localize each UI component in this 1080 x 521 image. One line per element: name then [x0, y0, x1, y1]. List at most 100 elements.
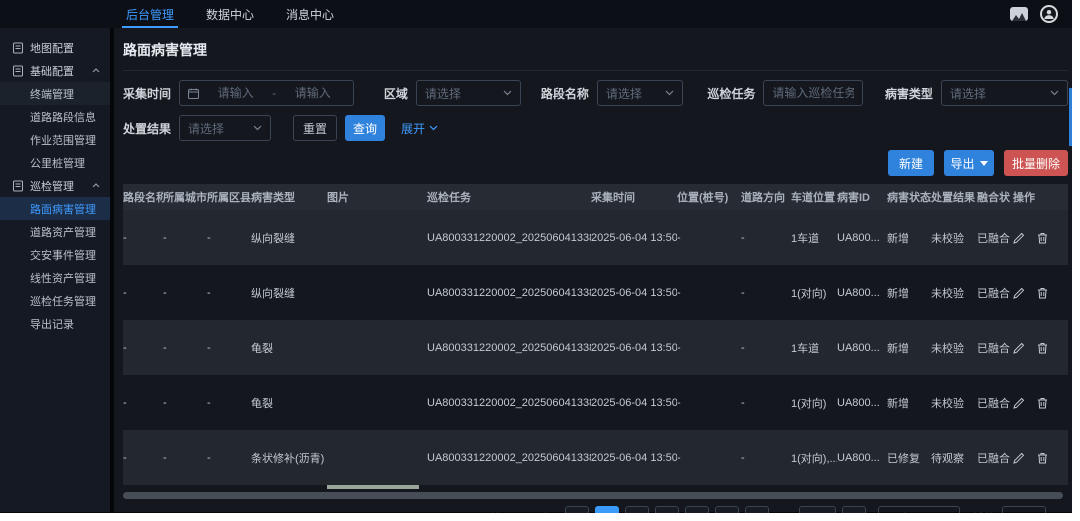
cell-county: -	[207, 452, 251, 464]
handle-result-select[interactable]: 请选择	[179, 115, 271, 141]
delete-icon[interactable]	[1037, 452, 1048, 464]
goto-label: 前往	[972, 510, 996, 514]
page-button-1[interactable]: 1	[595, 506, 619, 513]
export-button[interactable]: 导出	[944, 150, 994, 176]
inspection-task-input[interactable]	[772, 86, 853, 100]
cell-result: 未校验	[931, 340, 977, 356]
search-button[interactable]: 查询	[345, 115, 385, 141]
cell-result: 未校验	[931, 230, 977, 246]
create-button[interactable]: 新建	[888, 150, 934, 176]
tab-backend-admin[interactable]: 后台管理	[110, 0, 190, 28]
goto-suffix: 页	[1052, 510, 1064, 514]
next-page-button[interactable]: ›	[842, 506, 866, 513]
sidebar-item-map-config[interactable]: 地图配置	[0, 36, 110, 59]
cell-direction: -	[741, 397, 791, 409]
cell-stake: -	[677, 397, 741, 409]
edit-icon[interactable]	[1013, 287, 1025, 299]
chevron-down-icon	[1050, 90, 1059, 96]
page-button-5[interactable]: 5	[715, 506, 739, 513]
date-end-input[interactable]	[280, 86, 345, 100]
region-select[interactable]: 请选择	[416, 80, 521, 106]
edit-icon[interactable]	[1013, 452, 1025, 464]
vertical-scrollbar[interactable]	[1069, 88, 1072, 146]
edit-icon[interactable]	[1013, 342, 1025, 354]
sidebar-item-road-section-info[interactable]: 道路路段信息	[0, 105, 110, 128]
reset-button[interactable]: 重置	[293, 115, 337, 141]
next-row-photo-peek	[327, 485, 419, 489]
col-lane-position: 车道位置	[791, 189, 837, 205]
sidebar-group-basic-config[interactable]: 基础配置	[0, 59, 110, 82]
last-page-button[interactable]: 1271	[799, 506, 836, 513]
sidebar-item-road-asset-mgmt[interactable]: 道路资产管理	[0, 220, 110, 243]
cell-county: -	[207, 232, 251, 244]
sidebar-item-label: 作业范围管理	[30, 132, 96, 148]
road-name-select[interactable]: 请选择	[597, 80, 683, 106]
delete-icon[interactable]	[1037, 232, 1048, 244]
date-start-input[interactable]	[203, 86, 268, 100]
edit-icon[interactable]	[1013, 232, 1025, 244]
date-range-picker[interactable]: -	[179, 80, 354, 106]
caret-down-icon	[980, 161, 988, 166]
cell-county: -	[207, 397, 251, 409]
col-disease-id: 病害ID	[837, 189, 887, 205]
sidebar-group-inspection-mgmt[interactable]: 巡检管理	[0, 174, 110, 197]
sidebar-item-label: 线性资产管理	[30, 270, 96, 286]
sidebar-item-traffic-safety-event-mgmt[interactable]: 交安事件管理	[0, 243, 110, 266]
sidebar-item-label: 终端管理	[30, 86, 74, 102]
handle-result-label: 处置结果	[123, 120, 171, 137]
page-size-select[interactable]: 10条/页	[878, 506, 960, 513]
sidebar-item-linear-asset-mgmt[interactable]: 线性资产管理	[0, 266, 110, 289]
cell-status: 新增	[887, 230, 931, 246]
tab-message-center[interactable]: 消息中心	[270, 0, 350, 28]
expand-filters-link[interactable]: 展开	[401, 120, 438, 137]
cell-direction: -	[741, 287, 791, 299]
sidebar-item-pavement-disease-mgmt[interactable]: 路面病害管理	[0, 197, 110, 220]
col-operation: 操作	[1013, 189, 1068, 205]
delete-icon[interactable]	[1037, 287, 1048, 299]
col-task: 巡检任务	[427, 189, 591, 205]
disease-type-select[interactable]: 请选择	[941, 80, 1068, 106]
page-button-4[interactable]: 4	[685, 506, 709, 513]
cell-disease-type: 条状修补(沥青)	[251, 450, 327, 466]
page-button-6[interactable]: 6	[745, 506, 769, 513]
cell-city: -	[163, 342, 207, 354]
screenshot-icon[interactable]	[1010, 7, 1028, 21]
cell-stake: -	[677, 452, 741, 464]
cell-section: -	[123, 452, 163, 464]
sidebar-item-export-records[interactable]: 导出记录	[0, 312, 110, 335]
more-pages-icon[interactable]: ···	[775, 511, 793, 513]
user-avatar-icon[interactable]	[1040, 5, 1058, 23]
cell-time: 2025-06-04 13:50	[591, 287, 677, 299]
batch-delete-button[interactable]: 批量删除	[1004, 150, 1068, 176]
cell-fusion: 已融合	[977, 230, 1013, 246]
inspection-task-label: 巡检任务	[707, 85, 755, 102]
prev-page-button[interactable]: ‹	[565, 506, 589, 513]
sidebar-item-inspection-task-mgmt[interactable]: 巡检任务管理	[0, 289, 110, 312]
cell-direction: -	[741, 232, 791, 244]
table-row: - - - 龟裂 UA800331220002_2025060413385205…	[123, 375, 1068, 430]
page-button-2[interactable]: 2	[625, 506, 649, 513]
page-button-3[interactable]: 3	[655, 506, 679, 513]
calendar-icon	[188, 88, 199, 99]
delete-icon[interactable]	[1037, 342, 1048, 354]
cell-city: -	[163, 232, 207, 244]
road-name-label: 路段名称	[541, 85, 589, 102]
col-fusion-status: 融合状	[977, 189, 1013, 205]
sidebar-item-terminal-mgmt[interactable]: 终端管理	[0, 82, 110, 105]
cell-section: -	[123, 287, 163, 299]
cell-status: 已修复	[887, 450, 931, 466]
goto-page-input[interactable]	[1002, 506, 1046, 513]
sidebar-item-kilometer-post-mgmt[interactable]: 公里桩管理	[0, 151, 110, 174]
tab-data-center[interactable]: 数据中心	[190, 0, 270, 28]
cell-result: 待观察	[931, 450, 977, 466]
delete-icon[interactable]	[1037, 397, 1048, 409]
cell-disease-id: UA800...	[837, 397, 887, 409]
edit-icon[interactable]	[1013, 397, 1025, 409]
horizontal-scrollbar[interactable]	[123, 492, 1063, 499]
cell-county: -	[207, 287, 251, 299]
page-title: 路面病害管理	[123, 28, 1068, 70]
col-disease-type: 病害类型	[251, 189, 327, 205]
sidebar-item-work-scope-mgmt[interactable]: 作业范围管理	[0, 128, 110, 151]
cell-disease-id: UA800...	[837, 232, 887, 244]
table-row: - - - 龟裂 UA800331220002_2025060413385205…	[123, 320, 1068, 375]
